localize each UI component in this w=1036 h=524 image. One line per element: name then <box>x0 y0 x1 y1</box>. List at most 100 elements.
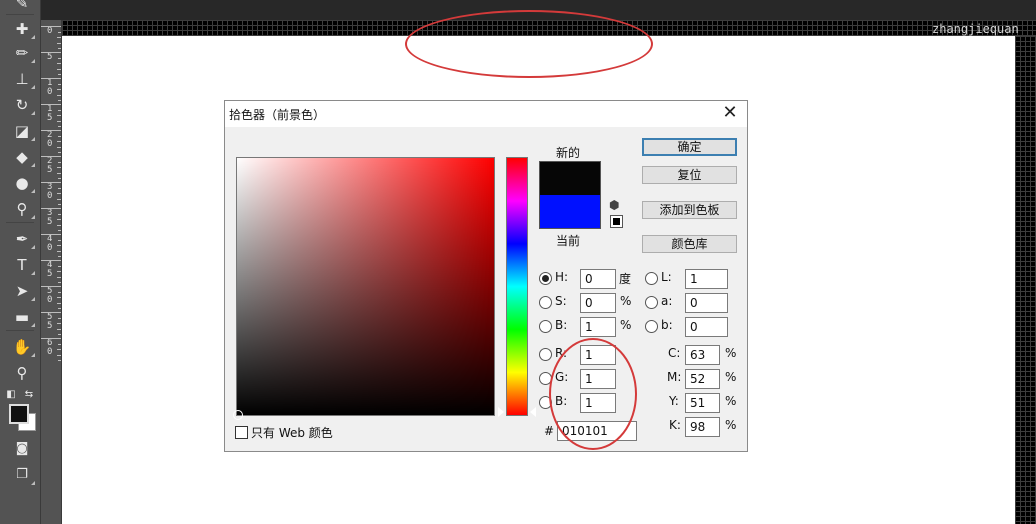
current-color-label: 当前 <box>556 234 581 248</box>
brush-tool-icon[interactable]: ✏ <box>8 42 36 64</box>
radio-s[interactable] <box>539 296 552 309</box>
ruler-minor-tick <box>58 73 61 75</box>
field-row-lab-b: b: 0 <box>645 317 735 337</box>
ruler-minor-tick <box>58 359 61 361</box>
ruler-minor-tick <box>58 344 61 346</box>
path-selection-icon[interactable]: ➤ <box>8 280 36 302</box>
ruler-minor-tick <box>58 162 61 164</box>
radio-r[interactable] <box>539 348 552 361</box>
default-colors-icon[interactable]: ◧ <box>4 384 18 406</box>
ruler-tick-mark <box>41 26 61 27</box>
unit-b: % <box>620 318 632 332</box>
hue-slider-right-arrow[interactable] <box>530 407 536 417</box>
ruler-minor-tick <box>58 266 61 268</box>
swap-colors-icon[interactable]: ⇆ <box>22 384 36 406</box>
ruler-minor-tick <box>58 307 61 309</box>
hue-slider-left-arrow[interactable] <box>498 407 504 417</box>
eraser-icon[interactable]: ◪ <box>8 120 36 142</box>
ruler-minor-tick <box>57 94 61 96</box>
ruler-minor-tick <box>58 188 61 190</box>
rectangle-icon[interactable]: ▬ <box>8 306 36 328</box>
color-field-marker[interactable] <box>233 410 243 420</box>
tools-panel: ✎ ✚ ✏ ⊥ ↻ ◪ ◆ ● ⚲ ✒ T ➤ ▬ ✋ ⚲ ◧ ⇆ ◙ ❐ <box>0 0 41 524</box>
ruler-minor-tick <box>58 32 61 34</box>
radio-h[interactable] <box>539 272 552 285</box>
current-color-swatch[interactable] <box>539 195 601 229</box>
ruler-tick-label: 5 <box>47 52 53 62</box>
input-h[interactable]: 0 <box>580 269 616 289</box>
dodge-icon[interactable]: ⚲ <box>8 198 36 220</box>
radio-lab-b[interactable] <box>645 320 658 333</box>
history-brush-icon[interactable]: ↻ <box>8 94 36 116</box>
ruler-minor-tick <box>58 47 61 49</box>
hand-icon[interactable]: ✋ <box>8 336 36 358</box>
input-a[interactable]: 0 <box>685 293 728 313</box>
ruler-minor-tick <box>58 333 61 335</box>
input-b[interactable]: 1 <box>580 317 616 337</box>
ruler-tick-label: 5 <box>47 321 53 331</box>
input-c[interactable]: 63 <box>685 345 720 365</box>
ruler-minor-tick <box>57 328 61 330</box>
type-icon[interactable]: T <box>8 254 36 276</box>
radio-a[interactable] <box>645 296 658 309</box>
new-color-swatch <box>539 161 601 195</box>
ruler-minor-tick <box>58 151 61 153</box>
ruler-tick-label: 0 <box>47 347 53 357</box>
spot-healing-icon[interactable]: ✚ <box>8 18 36 40</box>
reset-button[interactable]: 复位 <box>642 166 737 184</box>
ruler-minor-tick <box>57 276 61 278</box>
add-to-swatches-button[interactable]: 添加到色板 <box>642 201 737 219</box>
gamut-warning-cube-icon[interactable]: ⬢ <box>609 198 619 212</box>
color-libraries-button[interactable]: 颜色库 <box>642 235 737 253</box>
ruler-minor-tick <box>57 42 61 44</box>
label-c: C: <box>668 346 681 360</box>
toolbar-divider <box>6 330 34 331</box>
input-s[interactable]: 0 <box>580 293 616 313</box>
ruler-minor-tick <box>57 141 61 143</box>
web-safe-color-icon[interactable] <box>610 215 623 228</box>
input-y[interactable]: 51 <box>685 393 720 413</box>
vertical-ruler: 051015202530354045505560 <box>41 20 62 524</box>
clone-stamp-icon[interactable]: ⊥ <box>8 68 36 90</box>
input-k[interactable]: 98 <box>685 417 720 437</box>
ok-button[interactable]: 确定 <box>642 138 737 156</box>
ruler-tick-mark <box>41 338 61 339</box>
radio-b[interactable] <box>539 320 552 333</box>
hue-slider[interactable] <box>506 157 528 416</box>
ruler-minor-tick <box>57 354 61 356</box>
input-l[interactable]: 1 <box>685 269 728 289</box>
ruler-minor-tick <box>57 193 61 195</box>
screen-mode-icon[interactable]: ❐ <box>8 464 36 486</box>
ruler-minor-tick <box>58 110 61 112</box>
web-colors-only-option[interactable]: 只有 Web 颜色 <box>235 424 333 441</box>
pen-icon[interactable]: ✒ <box>8 228 36 250</box>
ruler-tick-mark <box>41 208 61 209</box>
input-m[interactable]: 52 <box>685 369 720 389</box>
dialog-titlebar: 拾色器（前景色） ✕ <box>225 101 747 127</box>
ruler-minor-tick <box>58 318 61 320</box>
unit-s: % <box>620 294 632 308</box>
ruler-minor-tick <box>57 271 61 273</box>
blur-icon[interactable]: ● <box>8 172 36 194</box>
ruler-minor-tick <box>58 125 61 127</box>
field-row-a: a: 0 <box>645 293 735 313</box>
quick-mask-icon[interactable]: ◙ <box>8 438 36 460</box>
close-icon[interactable]: ✕ <box>719 102 741 124</box>
radio-l[interactable] <box>645 272 658 285</box>
label-a: a: <box>661 294 673 308</box>
color-field[interactable] <box>233 157 495 420</box>
paint-bucket-icon[interactable]: ◆ <box>8 146 36 168</box>
zoom-icon[interactable]: ⚲ <box>8 362 36 384</box>
brush-icon[interactable]: ✎ <box>8 0 36 14</box>
field-row-s: S: 0 % <box>539 293 639 313</box>
input-lab-b[interactable]: 0 <box>685 317 728 337</box>
dialog-title: 拾色器（前景色） <box>229 108 326 122</box>
ruler-minor-tick <box>57 146 61 148</box>
ruler-minor-tick <box>57 250 61 252</box>
field-row-h: H: 0 度 <box>539 269 639 289</box>
ruler-minor-tick <box>57 302 61 304</box>
foreground-color-swatch[interactable] <box>9 404 29 424</box>
ruler-minor-tick <box>57 172 61 174</box>
web-colors-checkbox[interactable] <box>235 426 248 439</box>
ruler-minor-tick <box>57 323 61 325</box>
